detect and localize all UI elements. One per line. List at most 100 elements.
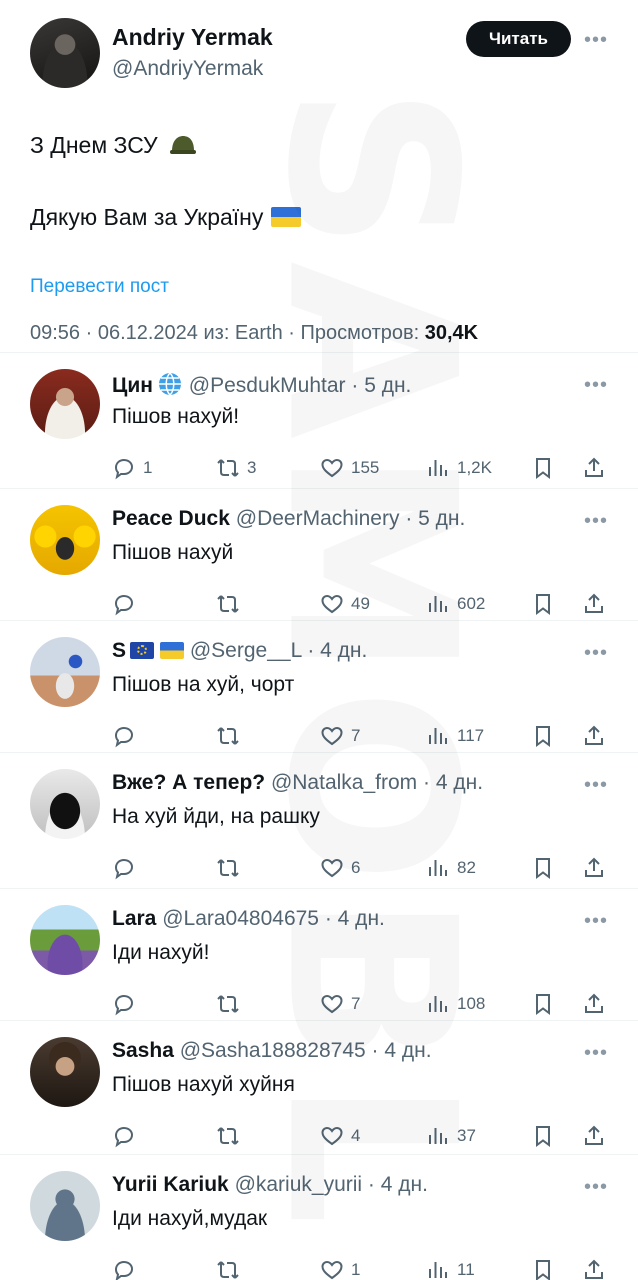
repost-button[interactable] bbox=[216, 1255, 247, 1280]
more-options-icon[interactable]: ••• bbox=[584, 375, 608, 395]
repost-button[interactable] bbox=[216, 1121, 247, 1151]
reply-button[interactable] bbox=[112, 1255, 143, 1280]
bookmark-button[interactable] bbox=[531, 589, 555, 619]
reply-author-handle[interactable]: @Serge__L bbox=[190, 639, 302, 662]
bookmark-button[interactable] bbox=[531, 1255, 555, 1280]
reply-button[interactable] bbox=[112, 589, 143, 619]
reply-button[interactable] bbox=[112, 853, 143, 883]
bookmark-button[interactable] bbox=[531, 989, 555, 1019]
like-button[interactable]: 1 bbox=[320, 1255, 360, 1280]
like-button[interactable]: 7 bbox=[320, 721, 360, 751]
reply-time[interactable]: 4 дн. bbox=[338, 907, 385, 930]
like-button[interactable]: 155 bbox=[320, 453, 379, 483]
reply-actions: 1 11 bbox=[112, 1255, 612, 1280]
share-button[interactable] bbox=[582, 589, 606, 619]
share-button[interactable] bbox=[582, 853, 606, 883]
reply-author-name[interactable]: Sasha bbox=[112, 1039, 174, 1062]
reply-avatar[interactable] bbox=[30, 1037, 100, 1107]
views-button[interactable]: 108 bbox=[426, 989, 485, 1019]
reply-time[interactable]: 5 дн. bbox=[364, 374, 411, 397]
reply-avatar[interactable] bbox=[30, 1171, 100, 1241]
bookmark-button[interactable] bbox=[531, 721, 555, 751]
reply-author-name[interactable]: Цин bbox=[112, 374, 153, 397]
reply-button[interactable] bbox=[112, 1121, 143, 1151]
share-button[interactable] bbox=[582, 1255, 606, 1280]
reply-text: Іди нахуй! bbox=[112, 941, 210, 964]
more-options-icon[interactable]: ••• bbox=[584, 30, 608, 50]
reply-icon bbox=[112, 724, 136, 748]
reply-author-handle[interactable]: @DeerMachinery bbox=[236, 507, 400, 530]
reply-author-handle[interactable]: @Sasha188828745 bbox=[180, 1039, 366, 1062]
translate-post-link[interactable]: Перевести пост bbox=[30, 276, 169, 298]
views-button[interactable]: 11 bbox=[426, 1255, 475, 1280]
more-options-icon[interactable]: ••• bbox=[584, 911, 608, 931]
reply-author-handle[interactable]: @Natalka_from bbox=[271, 771, 417, 794]
reply-avatar[interactable] bbox=[30, 905, 100, 975]
separator-dot: · bbox=[365, 1039, 385, 1062]
share-button[interactable] bbox=[582, 721, 606, 751]
reply-author-name[interactable]: Yurii Kariuk bbox=[112, 1173, 229, 1196]
post-text-line-1: З Днем ЗСУ bbox=[30, 132, 197, 159]
like-button[interactable]: 4 bbox=[320, 1121, 360, 1151]
bar-chart-icon bbox=[426, 856, 450, 880]
repost-button[interactable] bbox=[216, 989, 247, 1019]
reply-item[interactable]: Sasha @Sasha188828745 · 4 дн. ••• Пішов … bbox=[0, 1020, 638, 1154]
reply-button[interactable] bbox=[112, 721, 143, 751]
author-name[interactable]: Andriy Yermak bbox=[112, 24, 273, 51]
reply-author-name[interactable]: S bbox=[112, 639, 126, 662]
reply-avatar[interactable] bbox=[30, 769, 100, 839]
reply-time[interactable]: 4 дн. bbox=[436, 771, 483, 794]
reply-author-name[interactable]: Peace Duck bbox=[112, 507, 230, 530]
follow-button[interactable]: Читать bbox=[466, 21, 571, 57]
reply-author-handle[interactable]: @Lara04804675 bbox=[162, 907, 319, 930]
more-options-icon[interactable]: ••• bbox=[584, 511, 608, 531]
views-button[interactable]: 1,2K bbox=[426, 453, 492, 483]
like-button[interactable]: 6 bbox=[320, 853, 360, 883]
reply-item[interactable]: Lara @Lara04804675 · 4 дн. ••• Іди нахуй… bbox=[0, 888, 638, 1020]
bookmark-icon bbox=[531, 592, 555, 616]
author-avatar[interactable] bbox=[30, 18, 100, 88]
repost-button[interactable] bbox=[216, 853, 247, 883]
share-button[interactable] bbox=[582, 989, 606, 1019]
views-button[interactable]: 82 bbox=[426, 853, 476, 883]
like-count: 1 bbox=[351, 1260, 361, 1279]
reply-button[interactable] bbox=[112, 989, 143, 1019]
repost-button[interactable] bbox=[216, 589, 247, 619]
reply-time[interactable]: 4 дн. bbox=[384, 1039, 431, 1062]
reply-author-name[interactable]: Lara bbox=[112, 907, 156, 930]
share-button[interactable] bbox=[582, 453, 606, 483]
more-options-icon[interactable]: ••• bbox=[584, 1177, 608, 1197]
reply-item[interactable]: Цин @PesdukMuhtar · 5 дн. ••• Пішов наху… bbox=[0, 352, 638, 488]
reply-time[interactable]: 4 дн. bbox=[381, 1173, 428, 1196]
views-button[interactable]: 37 bbox=[426, 1121, 476, 1151]
views-count[interactable]: 30,4K bbox=[425, 322, 478, 344]
views-button[interactable]: 602 bbox=[426, 589, 485, 619]
reply-time[interactable]: 4 дн. bbox=[320, 639, 367, 662]
reply-item[interactable]: Yurii Kariuk @kariuk_yurii · 4 дн. ••• І… bbox=[0, 1154, 638, 1280]
bookmark-button[interactable] bbox=[531, 453, 555, 483]
reply-author-name[interactable]: Вже? А тепер? bbox=[112, 771, 265, 794]
reply-author-handle[interactable]: @PesdukMuhtar bbox=[189, 374, 346, 397]
repost-button[interactable] bbox=[216, 721, 247, 751]
reply-item[interactable]: Вже? А тепер? @Natalka_from · 4 дн. ••• … bbox=[0, 752, 638, 888]
reply-button[interactable]: 1 bbox=[112, 453, 152, 483]
bookmark-button[interactable] bbox=[531, 853, 555, 883]
reply-avatar[interactable] bbox=[30, 505, 100, 575]
reply-header: Sasha @Sasha188828745 · 4 дн. bbox=[112, 1039, 432, 1063]
reply-avatar[interactable] bbox=[30, 369, 100, 439]
reply-avatar[interactable] bbox=[30, 637, 100, 707]
reply-author-handle[interactable]: @kariuk_yurii bbox=[235, 1173, 363, 1196]
like-button[interactable]: 49 bbox=[320, 589, 370, 619]
more-options-icon[interactable]: ••• bbox=[584, 643, 608, 663]
reply-item[interactable]: Peace Duck @DeerMachinery · 5 дн. ••• Пі… bbox=[0, 488, 638, 620]
like-button[interactable]: 7 bbox=[320, 989, 360, 1019]
views-button[interactable]: 117 bbox=[426, 721, 484, 751]
repost-button[interactable]: 3 bbox=[216, 453, 256, 483]
bookmark-button[interactable] bbox=[531, 1121, 555, 1151]
more-options-icon[interactable]: ••• bbox=[584, 775, 608, 795]
more-options-icon[interactable]: ••• bbox=[584, 1043, 608, 1063]
reply-time[interactable]: 5 дн. bbox=[418, 507, 465, 530]
reply-item[interactable]: S @Serge__L · 4 дн. ••• Пішов на хуй, чо… bbox=[0, 620, 638, 752]
share-button[interactable] bbox=[582, 1121, 606, 1151]
author-handle[interactable]: @AndriyYermak bbox=[112, 57, 263, 81]
